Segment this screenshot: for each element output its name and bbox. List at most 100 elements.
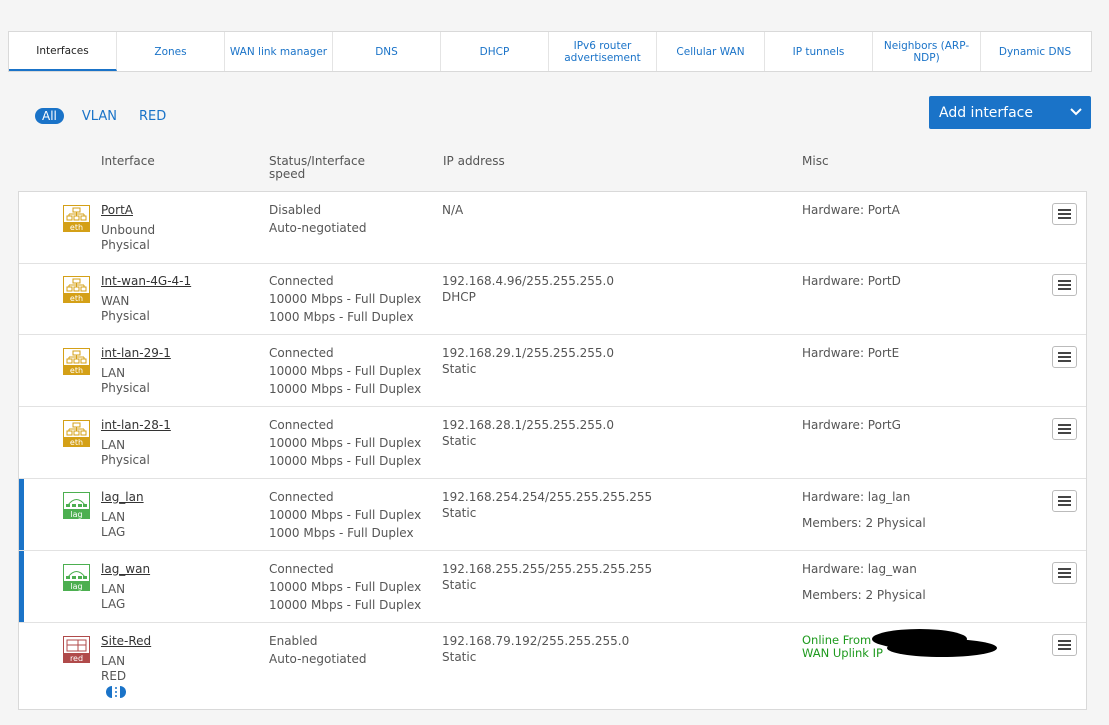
interface-speed: Auto-negotiated	[269, 221, 367, 235]
svg-text:red: red	[70, 654, 83, 663]
lag-interface-icon: lag	[63, 564, 90, 591]
col-header-ip: IP address	[443, 154, 505, 168]
redaction-mark	[887, 639, 997, 657]
interface-speed: 10000 Mbps - Full Duplex	[269, 436, 422, 450]
filter-vlan[interactable]: VLAN	[82, 109, 117, 124]
interface-zone: LAN	[101, 510, 126, 524]
row-menu-button[interactable]	[1052, 562, 1077, 584]
ethernet-port-icon: eth	[63, 420, 90, 447]
table-row: lag lag_wan LAN LAG Connected 10000 Mbps…	[19, 551, 1086, 623]
interface-speed: 10000 Mbps - Full Duplex	[269, 454, 422, 468]
red-wan-uplink: WAN Uplink IP	[802, 646, 883, 660]
interface-type: Physical	[101, 453, 150, 467]
interface-type: Physical	[101, 309, 150, 323]
interface-status: Enabled	[269, 634, 318, 648]
table-row: lag lag_lan LAN LAG Connected 10000 Mbps…	[19, 479, 1086, 551]
interface-ip: N/A	[442, 203, 464, 217]
interface-name-link[interactable]: lag_lan	[101, 490, 144, 504]
table-row: red Site-Red LAN RED Enabled Auto-negoti…	[19, 623, 1086, 710]
interface-hardware: Hardware: lag_wan	[802, 562, 917, 576]
row-menu-button[interactable]	[1052, 274, 1077, 296]
interface-name-link[interactable]: Site-Red	[101, 634, 151, 648]
interface-hardware: Hardware: lag_lan	[802, 490, 911, 504]
interface-members: Members: 2 Physical	[802, 588, 926, 602]
interface-ip: 192.168.29.1/255.255.255.0	[442, 346, 614, 360]
interface-zone: LAN	[101, 654, 126, 668]
interface-name-link[interactable]: PortA	[101, 203, 133, 217]
tab-dynamic-dns[interactable]: Dynamic DNS	[981, 32, 1089, 71]
interface-speed: 10000 Mbps - Full Duplex	[269, 580, 422, 594]
chevron-down-icon	[1070, 108, 1082, 116]
interface-name-link[interactable]: Int-wan-4G-4-1	[101, 274, 191, 288]
interface-status: Connected	[269, 346, 334, 360]
interfaces-table: eth PortA Unbound Physical Disabled Auto…	[18, 191, 1087, 710]
interface-type: LAG	[101, 525, 126, 539]
interface-status: Connected	[269, 418, 334, 432]
row-menu-button[interactable]	[1052, 203, 1077, 225]
tab-wan-link-manager[interactable]: WAN link manager	[225, 32, 333, 71]
interface-name-link[interactable]: int-lan-28-1	[101, 418, 171, 432]
table-row: eth int-lan-29-1 LAN Physical Connected …	[19, 335, 1086, 407]
tab-dns[interactable]: DNS	[333, 32, 441, 71]
ethernet-port-icon: eth	[63, 205, 90, 232]
svg-text:lag: lag	[70, 510, 82, 519]
filter-red[interactable]: RED	[139, 109, 166, 124]
interface-hardware: Hardware: PortD	[802, 274, 901, 288]
lag-interface-icon: lag	[63, 492, 90, 519]
interface-ip: 192.168.28.1/255.255.255.0	[442, 418, 614, 432]
interface-status: Connected	[269, 562, 334, 576]
interface-speed: 10000 Mbps - Full Duplex	[269, 508, 422, 522]
tab-neighbors[interactable]: Neighbors (ARP-NDP)	[873, 32, 981, 71]
interface-zone: Unbound	[101, 223, 156, 237]
row-menu-button[interactable]	[1052, 346, 1077, 368]
interface-members: Members: 2 Physical	[802, 516, 926, 530]
red-tunnel-icon	[106, 686, 126, 698]
tab-ipv6-router-advertisement[interactable]: IPv6 router advertisement	[549, 32, 657, 71]
interface-ip: 192.168.79.192/255.255.255.0	[442, 634, 630, 648]
row-menu-button[interactable]	[1052, 490, 1077, 512]
row-menu-button[interactable]	[1052, 418, 1077, 440]
interface-zone: LAN	[101, 366, 126, 380]
interface-speed: 10000 Mbps - Full Duplex	[269, 598, 422, 612]
interface-type: RED	[101, 669, 127, 683]
table-row: eth PortA Unbound Physical Disabled Auto…	[19, 192, 1086, 264]
interface-zone: LAN	[101, 438, 126, 452]
interface-name-link[interactable]: lag_wan	[101, 562, 150, 576]
interface-ip-mode: Static	[442, 506, 477, 520]
interface-type: LAG	[101, 597, 126, 611]
add-interface-button[interactable]: Add interface	[929, 96, 1091, 129]
tab-zones[interactable]: Zones	[117, 32, 225, 71]
interface-ip-mode: Static	[442, 434, 477, 448]
tab-cellular-wan[interactable]: Cellular WAN	[657, 32, 765, 71]
interface-ip-mode: Static	[442, 650, 477, 664]
interface-ip: 192.168.4.96/255.255.255.0	[442, 274, 614, 288]
interface-ip-mode: Static	[442, 578, 477, 592]
interface-hardware: Hardware: PortG	[802, 418, 901, 432]
interface-speed: 10000 Mbps - Full Duplex	[269, 364, 422, 378]
interface-type: Physical	[101, 238, 150, 252]
tab-dhcp[interactable]: DHCP	[441, 32, 549, 71]
interface-type: Physical	[101, 381, 150, 395]
ethernet-port-icon: eth	[63, 276, 90, 303]
interface-status: Disabled	[269, 203, 322, 217]
svg-text:eth: eth	[70, 294, 83, 303]
interface-zone: WAN	[101, 294, 130, 308]
filter-bar: All VLAN RED	[35, 107, 188, 125]
tab-ip-tunnels[interactable]: IP tunnels	[765, 32, 873, 71]
svg-text:eth: eth	[70, 223, 83, 232]
svg-text:eth: eth	[70, 366, 83, 375]
row-menu-button[interactable]	[1052, 634, 1077, 656]
interface-status: Connected	[269, 274, 334, 288]
interface-name-link[interactable]: int-lan-29-1	[101, 346, 171, 360]
tab-interfaces[interactable]: Interfaces	[9, 32, 117, 71]
interface-hardware: Hardware: PortE	[802, 346, 900, 360]
tab-bar: Interfaces Zones WAN link manager DNS DH…	[8, 31, 1092, 72]
interface-ip: 192.168.255.255/255.255.255.255	[442, 562, 653, 576]
col-header-status-line2: speed	[269, 167, 306, 181]
interface-zone: LAN	[101, 582, 126, 596]
filter-all[interactable]: All	[35, 108, 64, 124]
table-row: eth int-lan-28-1 LAN Physical Connected …	[19, 407, 1086, 479]
interface-speed: 10000 Mbps - Full Duplex	[269, 292, 422, 306]
col-header-status: Status/Interface speed	[269, 155, 365, 181]
add-interface-label: Add interface	[939, 104, 1033, 121]
